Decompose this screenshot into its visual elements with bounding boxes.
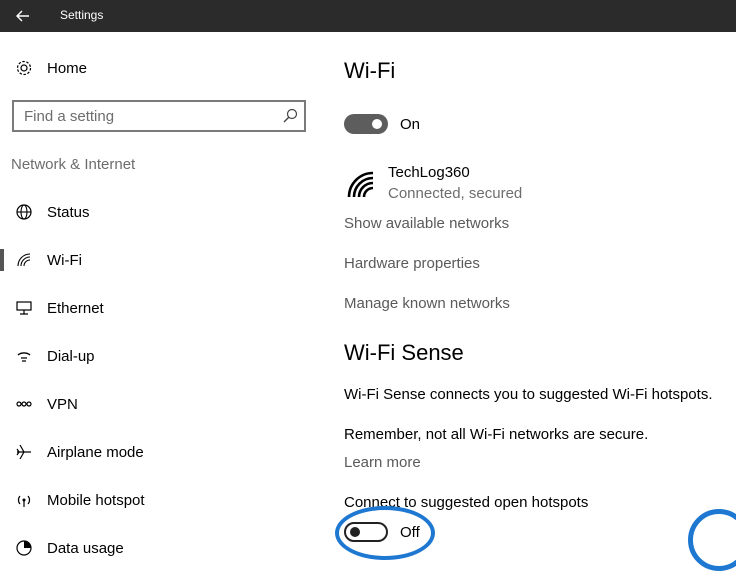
sidebar-item-ethernet[interactable]: Ethernet <box>0 292 300 324</box>
watermark-logo <box>688 509 736 571</box>
search-box[interactable] <box>12 100 306 132</box>
connected-network[interactable]: TechLog360 Connected, secured <box>344 164 544 204</box>
toggle-knob <box>372 119 382 129</box>
airplane-icon <box>14 442 34 462</box>
sidebar-item-label: VPN <box>47 395 78 413</box>
sidebar-item-airplane-mode[interactable]: Airplane mode <box>0 436 300 468</box>
ethernet-icon <box>14 298 34 318</box>
sidebar-item-label: Status <box>47 203 90 221</box>
arrow-left-icon <box>16 10 29 22</box>
hotspot-toggle[interactable] <box>344 522 388 542</box>
sidebar-item-label: Ethernet <box>47 299 104 317</box>
sidebar-item-dialup[interactable]: Dial-up <box>0 340 300 372</box>
sidebar-item-label: Data usage <box>47 539 124 557</box>
show-available-networks-link[interactable]: Show available networks <box>344 215 509 232</box>
sidebar-item-mobile-hotspot[interactable]: Mobile hotspot <box>0 484 300 516</box>
search-icon <box>283 108 298 123</box>
sidebar-item-label: Wi-Fi <box>47 251 82 269</box>
sidebar-item-vpn[interactable]: VPN <box>0 388 300 420</box>
hardware-properties-link[interactable]: Hardware properties <box>344 255 480 272</box>
selection-indicator <box>0 249 4 271</box>
sidebar-item-label: Home <box>47 59 88 77</box>
window-title: Settings <box>60 8 104 22</box>
gear-icon <box>14 58 34 78</box>
page-title: Wi-Fi <box>344 58 396 83</box>
data-usage-icon <box>14 538 34 558</box>
sidebar-item-label: Mobile hotspot <box>47 491 145 509</box>
title-bar: Settings <box>0 0 736 32</box>
wifi-signal-icon <box>347 171 374 198</box>
wifi-sense-warning: Remember, not all Wi-Fi networks are sec… <box>344 426 649 443</box>
vpn-icon <box>14 394 34 414</box>
phone-icon <box>14 346 34 366</box>
hotspot-icon <box>14 490 34 510</box>
wifi-toggle[interactable] <box>344 114 388 134</box>
wifi-sense-description: Wi-Fi Sense connects you to suggested Wi… <box>344 386 713 403</box>
sidebar-item-data-usage[interactable]: Data usage <box>0 532 300 564</box>
network-status: Connected, secured <box>388 185 523 202</box>
wifi-sense-heading: Wi-Fi Sense <box>344 340 464 365</box>
manage-known-networks-link[interactable]: Manage known networks <box>344 295 510 312</box>
section-heading: Network & Internet <box>11 156 136 173</box>
sidebar-item-home[interactable]: Home <box>0 52 300 84</box>
hotspot-toggle-state: Off <box>400 524 420 541</box>
learn-more-link[interactable]: Learn more <box>344 454 421 471</box>
sidebar-item-label: Dial-up <box>47 347 95 365</box>
toggle-knob <box>350 527 360 537</box>
search-input[interactable] <box>14 102 274 130</box>
sidebar-item-wifi[interactable]: Wi-Fi <box>0 244 300 276</box>
wifi-toggle-state: On <box>400 116 421 133</box>
network-name: TechLog360 <box>388 164 470 181</box>
sidebar-item-status[interactable]: Status <box>0 196 300 228</box>
sidebar-item-label: Airplane mode <box>47 443 144 461</box>
wifi-icon <box>14 250 34 270</box>
back-button[interactable] <box>0 0 46 32</box>
globe-icon <box>14 202 34 222</box>
